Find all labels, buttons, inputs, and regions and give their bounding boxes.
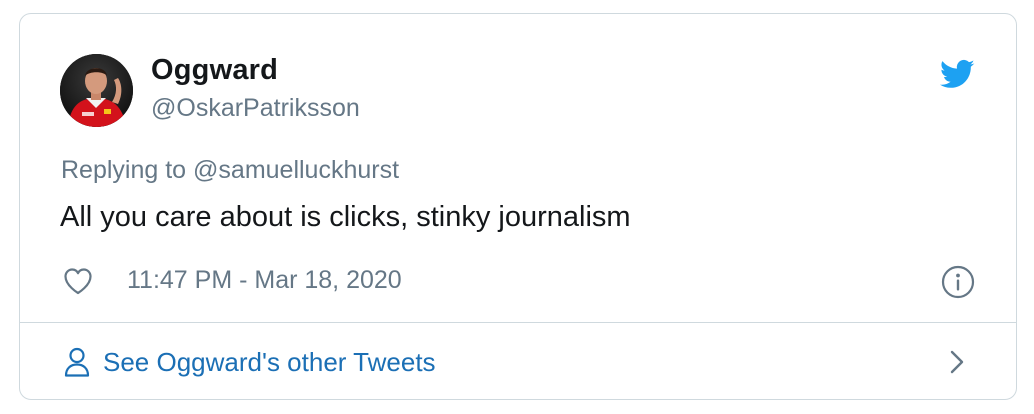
tweet-body[interactable]: Oggward @OskarPatriksson Replying to @sa… <box>20 14 1016 323</box>
handle[interactable]: @OskarPatriksson <box>151 94 360 123</box>
display-name[interactable]: Oggward <box>151 54 278 87</box>
info-icon[interactable] <box>941 265 975 299</box>
tweet-card: Oggward @OskarPatriksson Replying to @sa… <box>19 13 1017 400</box>
avatar[interactable] <box>60 54 133 127</box>
tweet-text: All you care about is clicks, stinky jou… <box>60 201 631 233</box>
see-other-tweets-link[interactable]: See Oggward's other Tweets <box>20 323 1016 399</box>
replying-to-label: Replying to <box>61 156 187 184</box>
avatar-photo <box>60 54 133 127</box>
user-icon <box>64 347 90 377</box>
reply-context: Replying to @samuelluckhurst <box>61 156 399 185</box>
reply-mention-link[interactable]: @samuelluckhurst <box>193 156 399 184</box>
timestamp[interactable]: 11:47 PM - Mar 18, 2020 <box>127 266 402 295</box>
heart-icon[interactable] <box>63 267 93 295</box>
twitter-bird-icon[interactable] <box>938 56 976 92</box>
see-other-tweets-label[interactable]: See Oggward's other Tweets <box>103 347 436 378</box>
chevron-right-icon[interactable] <box>948 349 966 375</box>
